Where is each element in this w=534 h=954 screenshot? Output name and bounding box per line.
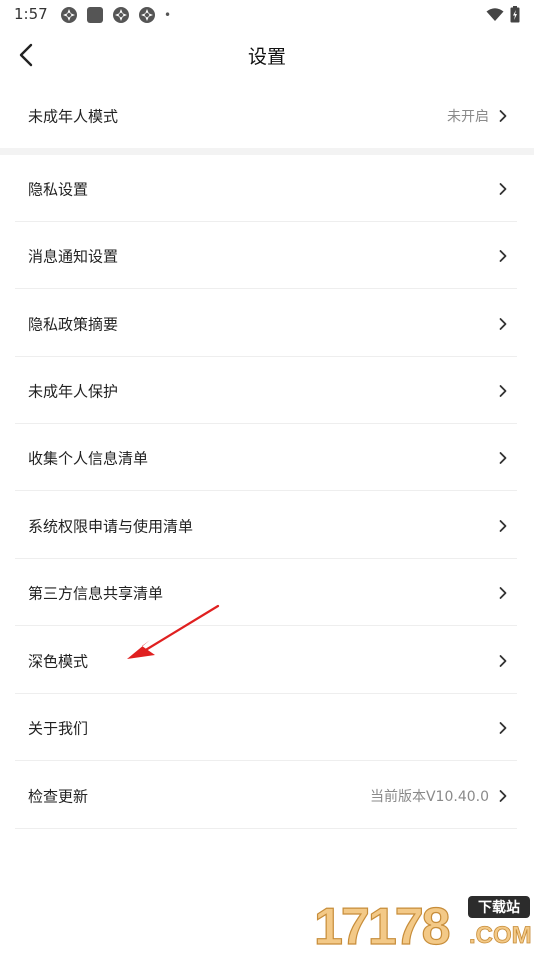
- settings-item-label: 未成年人保护: [28, 382, 119, 400]
- settings-item-notifications[interactable]: 消息通知设置: [15, 222, 517, 289]
- status-dot: •: [164, 8, 172, 22]
- app-notification-icon: [61, 7, 77, 23]
- chevron-right-icon: [499, 109, 507, 122]
- battery-charging-icon: [510, 6, 520, 23]
- system-icons: [486, 6, 520, 23]
- watermark-graphic: 17178 下载站 .COM: [313, 896, 532, 954]
- watermark-logo: 17178 下载站 .COM: [308, 890, 534, 954]
- chevron-right-icon: [499, 721, 507, 734]
- settings-item-label: 系统权限申请与使用清单: [28, 517, 194, 535]
- chevron-right-icon: [499, 789, 507, 802]
- current-version: 当前版本V10.40.0: [369, 788, 489, 805]
- section-divider: [0, 148, 534, 155]
- chevron-right-icon: [499, 451, 507, 464]
- chevron-right-icon: [499, 317, 507, 330]
- chevron-right-icon: [499, 182, 507, 195]
- settings-item-about-us[interactable]: 关于我们: [15, 694, 517, 761]
- settings-item-minor-protection[interactable]: 未成年人保护: [15, 357, 517, 424]
- app-header: 设置: [0, 30, 534, 80]
- watermark-digits: 17178: [314, 898, 450, 950]
- minor-mode-status: 未开启: [447, 108, 489, 125]
- settings-item-label: 隐私设置: [28, 180, 89, 198]
- chevron-right-icon: [499, 249, 507, 262]
- status-bar: 1:57 •: [0, 0, 534, 30]
- minor-mode-row[interactable]: 未成年人模式 未开启: [15, 82, 517, 149]
- settings-item-label: 收集个人信息清单: [28, 449, 149, 467]
- settings-item-label: 消息通知设置: [28, 247, 119, 265]
- square-notification-icon: [87, 7, 103, 23]
- settings-item-third-party-sharing[interactable]: 第三方信息共享清单: [15, 559, 517, 626]
- status-time: 1:57: [14, 5, 48, 23]
- settings-item-dark-mode[interactable]: 深色模式: [15, 627, 517, 694]
- app-notification-icon: [139, 7, 155, 23]
- settings-item-label: 关于我们: [28, 719, 89, 737]
- settings-item-system-permissions[interactable]: 系统权限申请与使用清单: [15, 492, 517, 559]
- app-notification-icon: [113, 7, 129, 23]
- chevron-right-icon: [499, 519, 507, 532]
- settings-item-check-update[interactable]: 检查更新 当前版本V10.40.0: [15, 762, 517, 829]
- settings-item-label: 隐私政策摘要: [28, 315, 119, 333]
- wifi-icon: [486, 7, 504, 21]
- chevron-right-icon: [499, 586, 507, 599]
- chevron-right-icon: [499, 654, 507, 667]
- minor-mode-label: 未成年人模式: [28, 107, 119, 125]
- watermark-badge: 下载站: [478, 899, 520, 916]
- settings-item-personal-info-list[interactable]: 收集个人信息清单: [15, 424, 517, 491]
- notification-icons: •: [60, 6, 171, 24]
- settings-item-label: 深色模式: [28, 652, 89, 670]
- settings-item-privacy[interactable]: 隐私设置: [15, 155, 517, 222]
- settings-item-label: 检查更新: [28, 787, 89, 805]
- settings-item-privacy-summary[interactable]: 隐私政策摘要: [15, 290, 517, 357]
- chevron-right-icon: [499, 384, 507, 397]
- settings-item-label: 第三方信息共享清单: [28, 584, 164, 602]
- page-title: 设置: [247, 46, 286, 68]
- watermark-domain: .COM: [469, 922, 532, 949]
